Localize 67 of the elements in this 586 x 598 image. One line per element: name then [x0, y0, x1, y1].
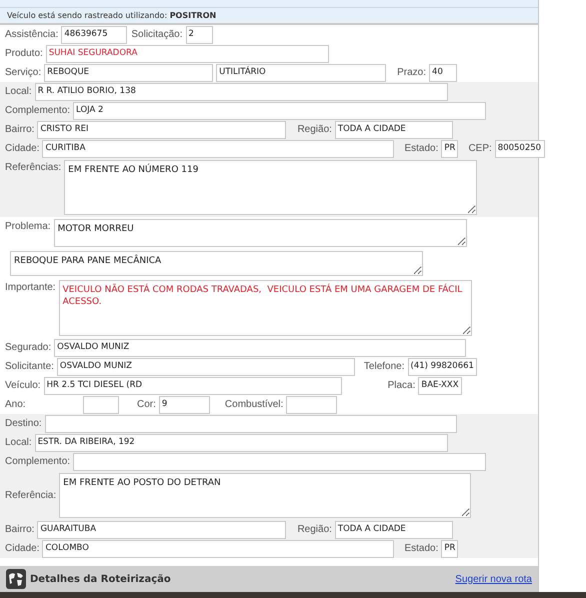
text-field[interactable]: TODA A CIDADE — [334, 120, 453, 138]
text-area[interactable]: EM FRENTE AO NÚMERO 119 — [64, 160, 478, 215]
field-label: Complemento: — [5, 455, 72, 469]
text-field[interactable]: 2 — [186, 26, 212, 44]
text-area[interactable]: EM FRENTE AO POSTO DO DETRAN — [59, 473, 472, 518]
text-area[interactable]: VEICULO NÃO ESTÁ COM RODAS TRAVADAS, VEICULO ESTÁ EM UMA GARAGEM DE FÁCIL ACESSO. — [58, 280, 472, 336]
text-field[interactable]: LOJA 2 — [73, 102, 486, 120]
field-label: Cidade: — [5, 542, 40, 556]
field-label: Região: — [297, 523, 333, 537]
text-field[interactable] — [44, 414, 457, 432]
text-field[interactable] — [73, 452, 486, 470]
field-label: Destino: — [5, 417, 43, 431]
field-label: Solicitante: — [5, 360, 55, 374]
text-area[interactable]: MOTOR MORREU — [54, 219, 467, 247]
field-label: Complemento: — [5, 104, 72, 118]
field-label: Prazo: — [397, 66, 428, 80]
text-field[interactable]: UTILITÁRIO — [216, 64, 386, 82]
field-label: Importante: — [5, 280, 57, 294]
text-field[interactable]: CURITIBA — [42, 140, 394, 158]
field-label: Bairro: — [5, 523, 36, 537]
field-label: Problema: — [5, 220, 52, 234]
tracking-notice: Veículo está sendo rastreado utilizando: POSITRON — [0, 8, 538, 23]
text-field[interactable]: PR — [441, 140, 458, 158]
field-label: Região: — [297, 123, 333, 137]
text-field[interactable]: 40 — [429, 64, 458, 82]
field-label: Local: — [5, 85, 33, 99]
text-field[interactable]: COLOMBO — [42, 540, 394, 558]
field-label: Assistência: — [5, 28, 60, 42]
text-field[interactable]: TODA A CIDADE — [334, 520, 453, 538]
text-field[interactable]: HR 2.5 TCI DIESEL (RD — [44, 376, 342, 394]
field-label: Segurado: — [5, 341, 52, 355]
field-label: Local: — [5, 436, 33, 450]
text-field[interactable] — [83, 396, 119, 414]
suggest-route-link[interactable]: Sugerir nova rota — [455, 572, 532, 586]
field-label: Bairro: — [5, 123, 36, 137]
text-field[interactable]: PR — [441, 540, 458, 558]
field-label: Produto: — [5, 47, 44, 61]
text-field[interactable] — [286, 396, 338, 414]
text-area[interactable]: REBOQUE PARA PANE MECÂNICA — [10, 251, 423, 276]
text-field[interactable]: CRISTO REI — [37, 120, 286, 138]
text-field[interactable]: BAE-XXX — [418, 376, 462, 394]
text-field[interactable]: 48639675 — [61, 26, 128, 44]
field-label: Solicitação: — [131, 28, 184, 42]
text-field[interactable]: (41) 99820661 — [408, 358, 477, 376]
field-label: Ano: — [5, 398, 27, 412]
text-field[interactable]: ESTR. DA RIBEIRA, 192 — [34, 434, 448, 452]
field-label: Combustível: — [224, 398, 284, 412]
field-label: Placa: — [388, 379, 416, 393]
field-label: Serviço: — [5, 66, 42, 80]
field-label: Veículo: — [5, 379, 42, 393]
field-label: Estado: — [404, 542, 440, 556]
text-field[interactable]: OSVALDO MUNIZ — [56, 358, 355, 376]
field-label: CEP: — [468, 142, 493, 156]
field-label: Cor: — [137, 398, 157, 412]
text-field[interactable]: REBOQUE — [44, 64, 214, 82]
text-field[interactable]: GUARAITUBA — [37, 520, 286, 538]
text-field[interactable]: OSVALDO MUNIZ — [54, 338, 466, 356]
text-field[interactable]: SUHAI SEGURADORA — [46, 44, 329, 62]
text-field[interactable]: R R. ATILIO BORIO, 138 — [34, 82, 448, 100]
field-label: Referências: — [5, 160, 62, 174]
field-label: Telefone: — [364, 360, 406, 374]
text-field[interactable]: 80050250 — [494, 140, 545, 158]
field-label: Referência: — [5, 489, 58, 503]
text-field[interactable]: 9 — [158, 396, 210, 414]
field-label: Estado: — [404, 142, 440, 156]
field-label: Cidade: — [5, 142, 40, 156]
section-title: Detalhes da Roteirização — [30, 572, 171, 586]
